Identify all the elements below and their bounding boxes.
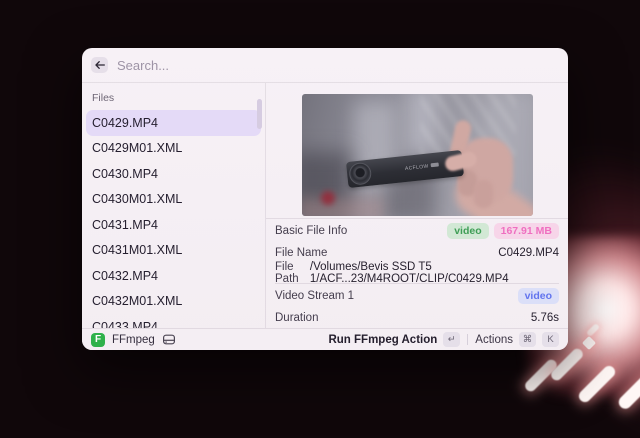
hand-finger [474, 180, 493, 208]
file-name-value: C0429.MP4 [498, 247, 559, 259]
actions-label: Actions [475, 334, 513, 346]
file-sidebar: Files C0429.MP4 C0429M01.XML C0430.MP4 C… [82, 83, 266, 328]
preview-area: ACFLOW [266, 83, 568, 218]
file-item-c0431m01-xml[interactable]: C0431M01.XML [86, 238, 261, 264]
drive-icon [162, 333, 176, 346]
info-row-duration: Duration 5.76s [275, 307, 559, 328]
file-info-panel: Basic File Info video 167.91 MB File Nam… [266, 218, 568, 328]
footer-divider [467, 334, 468, 345]
device-badge [430, 162, 438, 167]
file-path-label: File Path [275, 261, 310, 285]
duration-value: 5.76s [531, 312, 559, 324]
file-item-c0430-mp4[interactable]: C0430.MP4 [86, 161, 261, 187]
file-path-value: /Volumes/Bevis SSD T5 1/ACF...23/M4ROOT/… [310, 261, 559, 285]
camera-lens-icon [348, 162, 372, 186]
file-name-label: File Name [275, 247, 327, 259]
back-button[interactable] [91, 57, 108, 73]
ffmpeg-launcher-window: Files C0429.MP4 C0429M01.XML C0430.MP4 C… [82, 48, 568, 350]
file-item-c0432m01-xml[interactable]: C0432M01.XML [86, 289, 261, 315]
ffmpeg-logo: F [91, 333, 105, 347]
return-key-icon: ↵ [443, 332, 460, 347]
file-item-c0430m01-xml[interactable]: C0430M01.XML [86, 187, 261, 213]
app-name: FFmpeg [112, 334, 155, 346]
info-row-file-name: File Name C0429.MP4 [275, 242, 559, 263]
footer-bar: F FFmpeg Run FFmpeg Action ↵ Actions ⌘ K [82, 328, 568, 350]
arrow-left-icon [95, 61, 105, 69]
device-brand-label: ACFLOW [404, 162, 438, 171]
video-thumbnail: ACFLOW [302, 94, 533, 216]
duration-label: Duration [275, 312, 318, 324]
thumb-bg-blur [302, 198, 384, 216]
run-ffmpeg-action-button[interactable]: Run FFmpeg Action ↵ [328, 332, 460, 347]
file-type-badge: video [447, 223, 488, 239]
file-item-c0429-mp4[interactable]: C0429.MP4 [86, 110, 261, 136]
file-size-badge: 167.91 MB [494, 223, 559, 239]
search-bar [82, 48, 568, 83]
search-input[interactable] [117, 58, 559, 73]
command-key-icon: ⌘ [519, 332, 536, 347]
file-item-c0433-mp4[interactable]: C0433.MP4 [86, 314, 261, 328]
k-key-icon: K [542, 332, 559, 347]
info-row-file-path: File Path /Volumes/Bevis SSD T5 1/ACF...… [275, 263, 559, 283]
file-item-c0429m01-xml[interactable]: C0429M01.XML [86, 136, 261, 162]
file-item-c0432-mp4[interactable]: C0432.MP4 [86, 263, 261, 289]
actions-button[interactable]: Actions ⌘ K [475, 332, 559, 347]
detail-panel: ACFLOW Basic File Info video 167.91 MB F… [266, 83, 568, 328]
files-section-label: Files [86, 89, 261, 110]
run-action-label: Run FFmpeg Action [328, 334, 437, 346]
basic-info-label: Basic File Info [275, 225, 347, 237]
file-item-c0431-mp4[interactable]: C0431.MP4 [86, 212, 261, 238]
info-row-basic: Basic File Info video 167.91 MB [275, 219, 559, 242]
info-row-video-stream: Video Stream 1 video [275, 284, 559, 307]
video-stream-label: Video Stream 1 [275, 290, 354, 302]
main-area: Files C0429.MP4 C0429M01.XML C0430.MP4 C… [82, 83, 568, 328]
sidebar-scrollbar-thumb[interactable] [257, 99, 262, 129]
thumb-bg-red-spot [321, 191, 335, 205]
stream-type-badge: video [518, 288, 559, 304]
